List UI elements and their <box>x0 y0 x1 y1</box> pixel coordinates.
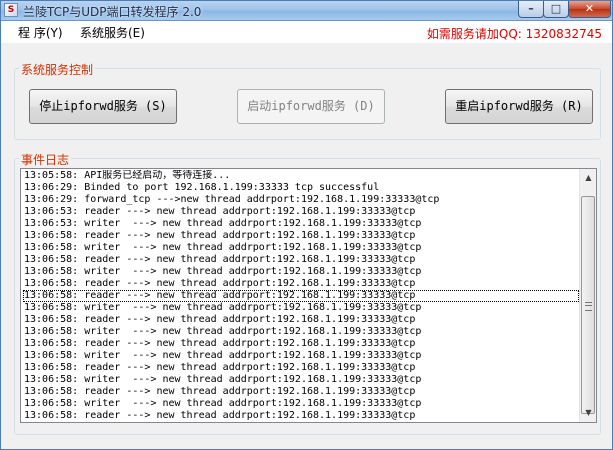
vertical-scrollbar[interactable]: ▲ ▼ <box>579 169 596 422</box>
title-bar[interactable]: S 兰陵TCP与UDP端口转发程序 2.0 – □ ✕ <box>1 1 612 21</box>
scroll-down-arrow-icon[interactable]: ▼ <box>581 405 596 421</box>
minimize-button[interactable]: – <box>518 1 544 18</box>
log-line[interactable]: 13:06:58: reader ---> new thread addrpor… <box>23 362 579 374</box>
event-log-label: 事件日志 <box>19 151 72 168</box>
menu-program[interactable]: 程 序(Y) <box>18 24 63 41</box>
app-icon: S <box>4 3 18 17</box>
scroll-thumb[interactable] <box>581 196 595 414</box>
log-line[interactable]: 13:06:58: writer ---> new thread addrpor… <box>23 350 579 362</box>
log-lines: 13:05:58: API服务已经启动，等待连接... 13:06:29: Bin… <box>23 170 579 423</box>
log-line[interactable]: 13:06:58: writer ---> new thread addrpor… <box>23 374 579 386</box>
log-line[interactable]: 13:06:58: writer ---> new thread addrpor… <box>23 398 579 410</box>
log-line[interactable]: 13:06:58: writer ---> new thread addrpor… <box>23 326 579 338</box>
menu-system-service[interactable]: 系统服务(E) <box>80 24 145 41</box>
log-line[interactable]: 13:06:58: reader ---> new thread addrpor… <box>23 290 579 302</box>
restart-service-button[interactable]: 重启ipforwd服务 (R) <box>445 89 593 124</box>
scroll-up-arrow-icon[interactable]: ▲ <box>581 170 596 186</box>
menu-bar: 程 序(Y) 系统服务(E) 如需服务请加QQ: 1320832745 <box>1 21 612 43</box>
log-line[interactable]: 13:06:58: reader ---> new thread addrpor… <box>23 278 579 290</box>
contact-info: 如需服务请加QQ: 1320832745 <box>426 27 602 41</box>
log-line[interactable]: 13:06:29: Binded to port 192.168.1.199:3… <box>23 182 579 194</box>
log-line[interactable]: 13:06:58: writer ---> new thread addrpor… <box>23 422 579 423</box>
log-line[interactable]: 13:06:53: reader ---> new thread addrpor… <box>23 206 579 218</box>
log-line[interactable]: 13:06:58: reader ---> new thread addrpor… <box>23 410 579 422</box>
log-line[interactable]: 13:06:58: writer ---> new thread addrpor… <box>23 266 579 278</box>
log-line[interactable]: 13:06:58: reader ---> new thread addrpor… <box>23 254 579 266</box>
log-line[interactable]: 13:06:58: reader ---> new thread addrpor… <box>23 230 579 242</box>
start-service-button[interactable]: 启动ipforwd服务 (D) <box>237 89 385 124</box>
close-button[interactable]: ✕ <box>568 1 611 18</box>
scroll-grip-icon <box>585 302 592 311</box>
service-control-label: 系统服务控制 <box>19 61 96 78</box>
log-line[interactable]: 13:06:58: writer ---> new thread addrpor… <box>23 302 579 314</box>
main-window: S 兰陵TCP与UDP端口转发程序 2.0 – □ ✕ 程 序(Y) 系统服务(… <box>0 0 613 450</box>
log-line[interactable]: 13:06:29: forward_tcp --->new thread add… <box>23 194 579 206</box>
log-line[interactable]: 13:06:58: writer ---> new thread addrpor… <box>23 242 579 254</box>
event-log-list[interactable]: 13:05:58: API服务已经启动，等待连接... 13:06:29: Bin… <box>20 168 597 423</box>
stop-service-button[interactable]: 停止ipforwd服务 (S) <box>29 89 177 124</box>
maximize-button[interactable]: □ <box>543 1 569 18</box>
log-line[interactable]: 13:06:58: reader ---> new thread addrpor… <box>23 314 579 326</box>
window-title: 兰陵TCP与UDP端口转发程序 2.0 <box>23 5 202 19</box>
log-line[interactable]: 13:06:58: reader ---> new thread addrpor… <box>23 386 579 398</box>
log-line[interactable]: 13:06:58: reader ---> new thread addrpor… <box>23 338 579 350</box>
log-line[interactable]: 13:06:53: writer ---> new thread addrpor… <box>23 218 579 230</box>
log-line[interactable]: 13:05:58: API服务已经启动，等待连接... <box>23 170 579 182</box>
